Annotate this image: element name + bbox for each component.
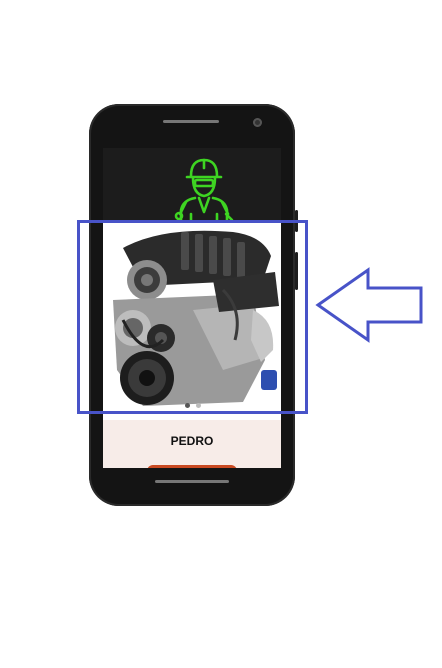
front-camera: [253, 118, 262, 127]
highlight-frame: [77, 220, 308, 414]
left-arrow-icon: [315, 267, 423, 343]
action-button[interactable]: [147, 465, 237, 468]
mechanic-worker-icon: [174, 158, 234, 224]
header-area: [103, 148, 281, 228]
bottom-speaker: [155, 480, 229, 483]
profile-name: PEDRO: [170, 434, 214, 448]
earpiece-speaker: [163, 120, 219, 123]
